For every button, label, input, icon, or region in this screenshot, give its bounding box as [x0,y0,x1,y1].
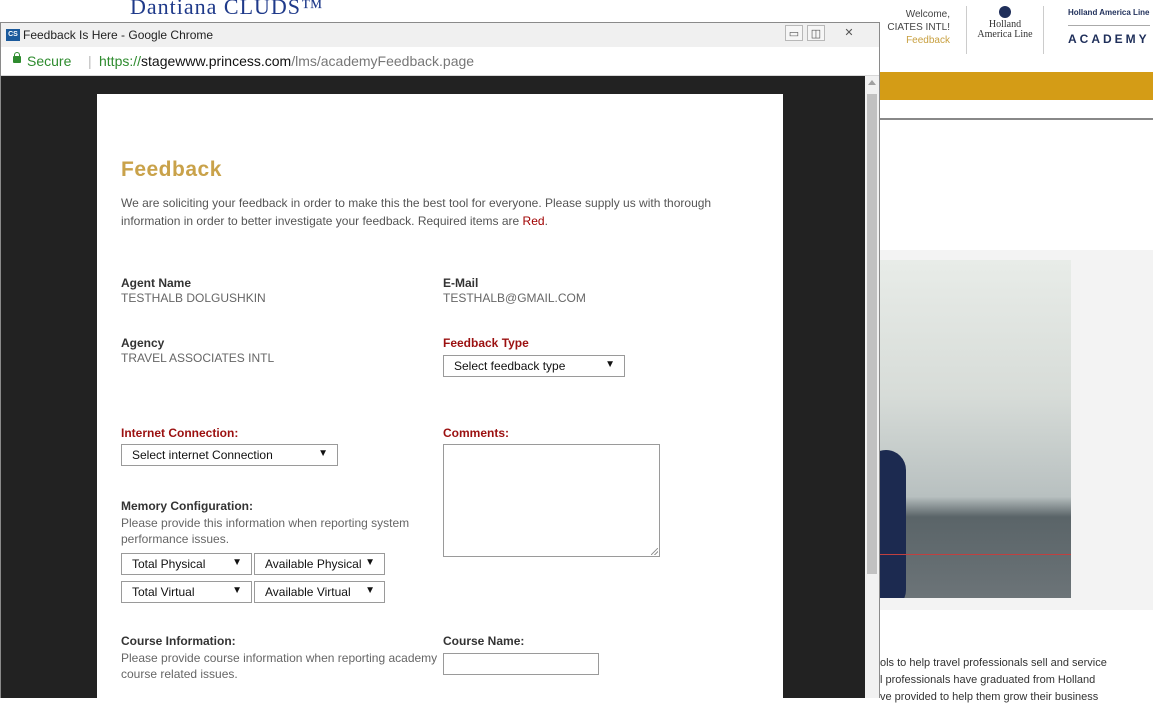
background-logo: Dantiana CLUDS™ [130,0,324,19]
course-information-label: Course Information: [121,634,236,648]
chevron-down-icon: ▼ [365,585,375,596]
scrollbar[interactable] [865,76,879,698]
total-physical-select[interactable]: Total Physical ▼ [121,553,252,575]
window-title: Feedback Is Here - Google Chrome [23,28,214,42]
academy-logo: Holland America Line ACADEMY [1068,8,1150,46]
secure-label: Secure [27,53,72,69]
favicon-icon: CS [6,29,20,41]
scrollbar-thumb[interactable] [867,94,877,574]
lock-icon [13,52,21,63]
chevron-down-icon: ▼ [365,557,375,568]
comments-label: Comments: [443,426,510,440]
restore-icon[interactable]: ◫ [807,25,825,41]
divider [880,554,1071,555]
available-virtual-select[interactable]: Available Virtual ▼ [254,581,385,603]
holland-america-logo: Holland America Line [966,6,1044,54]
intro-text: We are soliciting your feedback in order… [121,196,712,228]
window-titlebar[interactable]: CS Feedback Is Here - Google Chrome ▭ ◫ … [1,23,879,47]
agent-name-label: Agent Name [121,276,192,290]
comments-textarea[interactable] [443,444,660,557]
background-nav-bar [880,72,1153,100]
divider [880,118,1153,120]
separator: | [88,53,92,69]
agency-value: TRAVEL ASSOCIATES INTL [121,351,275,365]
url-text[interactable]: https://stagewww.princess.com/lms/academ… [99,53,474,69]
welcome-line: Welcome, [905,9,950,20]
agency-label: Agency [121,336,165,350]
globe-icon [999,6,1011,18]
minimize-icon[interactable]: ▭ [785,25,803,41]
popup-window: CS Feedback Is Here - Google Chrome ▭ ◫ … [0,22,880,698]
course-information-note: Please provide course information when r… [121,651,438,681]
memory-note: Please provide this information when rep… [121,516,410,546]
available-physical-select[interactable]: Available Physical ▼ [254,553,385,575]
address-bar[interactable]: Secure | https://stagewww.princess.com/l… [1,47,879,76]
person-figure [880,450,906,598]
email-label: E-Mail [443,276,479,290]
course-name-label: Course Name: [443,634,525,648]
resize-handle-icon[interactable] [651,548,658,555]
feedback-type-label: Feedback Type [443,336,529,350]
hero-image [880,260,1071,598]
chevron-down-icon: ▼ [605,359,615,370]
course-name-input[interactable] [443,653,599,675]
welcome-block: Welcome, CIATES INTL! Feedback [880,8,950,47]
chevron-down-icon: ▼ [232,557,242,568]
chevron-down-icon: ▼ [232,585,242,596]
scroll-up-icon[interactable] [868,80,876,85]
total-virtual-select[interactable]: Total Virtual ▼ [121,581,252,603]
feedback-type-select[interactable]: Select feedback type ▼ [443,355,625,377]
page-viewport: Feedback We are soliciting your feedback… [1,76,865,698]
agent-name-value: TESTHALB DOLGUSHKIN [121,291,266,305]
background-body-text: ols to help travel professionals sell an… [880,657,1107,703]
internet-connection-select[interactable]: Select internet Connection ▼ [121,444,338,466]
close-icon[interactable]: ✕ [837,25,861,41]
chevron-down-icon: ▼ [318,448,328,459]
feedback-link[interactable]: Feedback [880,34,950,47]
page-title: Feedback [121,158,222,181]
email-value: TESTHALB@GMAIL.COM [443,291,586,305]
welcome-agency: CIATES INTL! [887,22,950,33]
feedback-form: Feedback We are soliciting your feedback… [97,94,783,698]
internet-connection-label: Internet Connection: [121,426,239,440]
memory-configuration-label: Memory Configuration: [121,499,253,513]
